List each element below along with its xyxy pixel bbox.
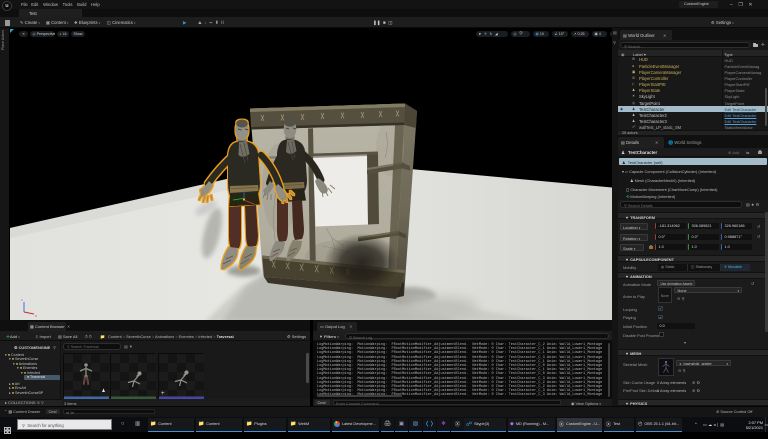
svg-text:+: + xyxy=(161,391,165,397)
svg-text:x: x xyxy=(35,313,37,318)
svg-text:z: z xyxy=(21,297,23,302)
